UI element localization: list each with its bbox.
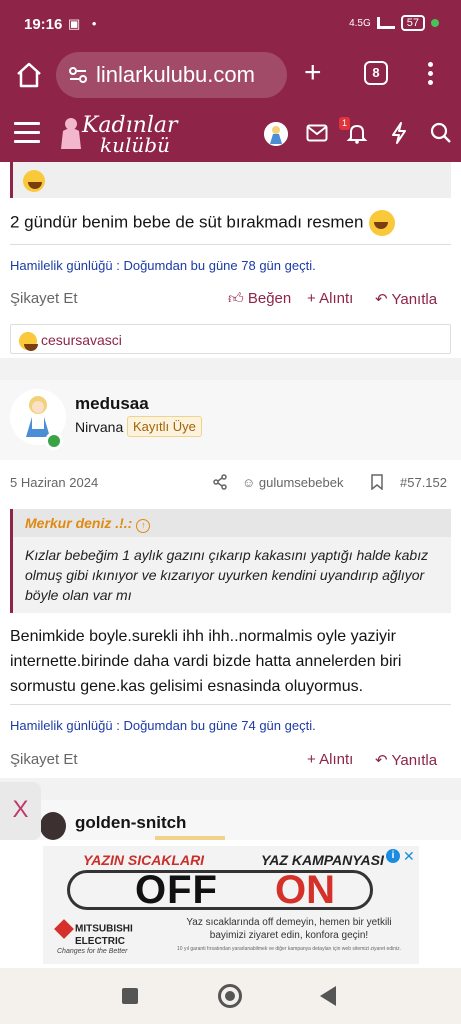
browser-menu-icon[interactable] — [428, 62, 434, 89]
hamburger-menu-icon[interactable] — [14, 122, 40, 149]
ad-headline-right: YAZ KAMPANYASI — [261, 852, 384, 868]
mitsubishi-logo-icon — [54, 919, 74, 939]
url-text: linlarkulubu.com — [96, 62, 255, 87]
new-tab-button[interactable]: + — [304, 58, 322, 88]
previous-post-actions: Şikayet Et 👍︎ Beğen + Alıntı ↶ Yanıtla — [10, 290, 451, 312]
site-navbar: Kadınlar kulübü 1 — [0, 104, 461, 162]
user-icon: ☺︎ — [242, 475, 259, 490]
thumbs-up-icon: 👍︎ — [228, 290, 248, 307]
status-right-icons: 4.5G 57 — [349, 15, 439, 31]
next-post-header — [0, 800, 461, 840]
status-bar: 19:16 ▣ • 4.5G 57 — [0, 0, 461, 48]
tab-switcher-button[interactable]: 8 — [364, 61, 388, 85]
network-label: 4.5G — [349, 17, 371, 29]
quoted-user-link[interactable]: ☺︎ gulumsebebek — [242, 475, 343, 490]
notification-icons: ▣ • — [68, 16, 101, 31]
ad-headline-left: YAZIN SICAKLARI — [83, 852, 205, 868]
close-ad-button[interactable]: X — [0, 782, 41, 840]
lightning-icon[interactable] — [390, 122, 408, 144]
next-post-username[interactable]: golden-snitch — [75, 813, 186, 833]
post-number[interactable]: #57.152 — [400, 475, 447, 490]
reply-button[interactable]: ↶ Yanıtla — [375, 290, 437, 308]
quote-button[interactable]: + Alıntı — [307, 751, 353, 768]
laughing-emoji-icon — [23, 170, 45, 192]
post-actions: Şikayet Et + Alıntı ↶ Yanıtla — [10, 751, 451, 773]
ad-fine-print: 10 yıl garanti fırsatından yararlanabilm… — [177, 946, 401, 952]
reaction-username: cesursavasci — [41, 332, 122, 348]
post-signature: Hamilelik günlüğü : Doğumdan bu güne 74 … — [10, 718, 316, 733]
logo-text-line2: kulübü — [100, 133, 170, 157]
ad-on-text: ON — [275, 868, 335, 912]
back-button-icon[interactable] — [320, 986, 336, 1006]
reply-arrow-icon: ↶ — [375, 291, 392, 308]
post-text: Benimkide boyle.surekli ihh ihh..normalm… — [10, 628, 402, 695]
ad-info-icon[interactable]: i — [386, 849, 400, 863]
ad-slogan: Changes for the Better — [57, 948, 128, 955]
divider — [10, 244, 451, 245]
user-avatar-icon[interactable] — [264, 122, 288, 146]
mail-icon[interactable] — [306, 124, 328, 142]
battery-icon: 57 — [400, 15, 425, 31]
url-bar[interactable]: linlarkulubu.com — [56, 52, 287, 98]
go-to-quote-icon[interactable]: ↑ — [136, 519, 151, 533]
post-separator — [0, 778, 461, 800]
search-icon[interactable] — [430, 122, 452, 144]
quote-author: Merkur deniz .!.: — [25, 515, 133, 531]
reactions-bar[interactable]: cesursavasci — [10, 324, 451, 354]
laughing-reaction-icon — [19, 332, 38, 352]
quote-text: Kızlar bebeğim 1 aylık gazını çıkarıp ka… — [25, 547, 429, 603]
logo-mascot-icon — [61, 118, 81, 149]
privacy-dot-icon — [431, 19, 439, 27]
user-badge: Kayıtlı Üye — [127, 416, 202, 437]
reply-button[interactable]: ↶ Yanıtla — [375, 751, 437, 769]
post-user-header — [0, 380, 461, 460]
previous-post-text: 2 gündür benim bebe de süt bırakmadı res… — [10, 210, 396, 236]
signal-icon — [376, 17, 395, 29]
post-username[interactable]: medusaa — [75, 394, 149, 414]
site-settings-icon[interactable] — [68, 65, 88, 85]
online-indicator — [45, 432, 63, 450]
quote-block: Merkur deniz .!.: ↑ Kızlar bebeğim 1 aylı… — [10, 509, 451, 613]
report-button[interactable]: Şikayet Et — [10, 290, 78, 307]
plus-icon: + — [307, 290, 320, 307]
bookmark-icon[interactable] — [370, 474, 384, 490]
ad-close-icon[interactable]: ✕ — [403, 848, 415, 865]
previous-quote-fragment — [10, 162, 451, 198]
reply-arrow-icon: ↶ — [375, 752, 392, 769]
share-icon[interactable] — [212, 474, 228, 490]
site-logo[interactable]: Kadınlar kulübü — [56, 111, 186, 157]
browser-toolbar: linlarkulubu.com + 8 — [0, 48, 461, 104]
recents-button-icon[interactable] — [122, 988, 138, 1004]
ad-brand-logo: MITSUBISHI ELECTRIC — [54, 919, 133, 947]
next-user-badge — [155, 836, 225, 840]
report-button[interactable]: Şikayet Et — [10, 751, 78, 768]
system-navigation-bar — [0, 968, 461, 1024]
like-button[interactable]: 👍︎ Beğen — [228, 290, 291, 308]
laughing-emoji-icon — [369, 210, 396, 236]
advertisement-banner[interactable]: YAZIN SICAKLARI YAZ KAMPANYASI i ✕ OFF O… — [43, 846, 419, 964]
post-date[interactable]: 5 Haziran 2024 — [10, 475, 98, 490]
plus-icon: + — [307, 751, 320, 768]
home-icon[interactable] — [14, 60, 44, 90]
previous-post-signature: Hamilelik günlüğü : Doğumdan bu güne 78 … — [10, 258, 316, 273]
ad-copy: Yaz sıcaklarında off demeyin, hemen bir … — [186, 917, 392, 941]
post-separator — [0, 358, 461, 380]
home-button-icon[interactable] — [218, 984, 242, 1008]
next-user-avatar[interactable] — [40, 812, 66, 840]
bell-icon[interactable] — [346, 122, 368, 144]
status-time: 19:16 — [24, 16, 63, 33]
divider — [10, 704, 451, 705]
user-rank: Nirvana — [75, 419, 124, 435]
ad-off-text: OFF — [135, 868, 218, 912]
quote-header[interactable]: Merkur deniz .!.: ↑ — [13, 509, 451, 537]
quote-button[interactable]: + Alıntı — [307, 290, 353, 307]
